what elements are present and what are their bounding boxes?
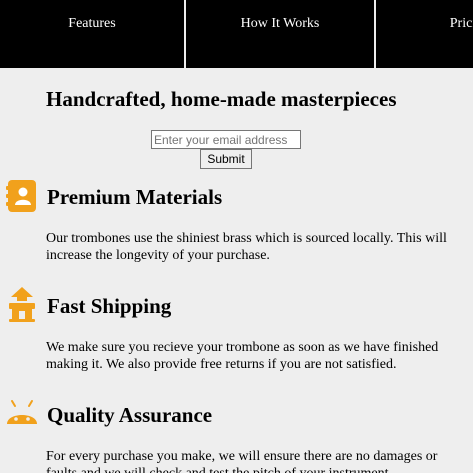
submit-button[interactable]: Submit: [200, 149, 252, 169]
nav-bar: Features How It Works Pricing: [0, 0, 473, 68]
feature-title: Quality Assurance: [47, 403, 213, 427]
android-icon: [7, 400, 37, 424]
shipping-truck-icon: [9, 287, 35, 322]
nav-link-features[interactable]: Features: [0, 0, 184, 68]
feature-description: Our trombones use the shiniest brass whi…: [46, 231, 447, 263]
landing-page: Features How It Works Pricing Handcrafte…: [0, 0, 473, 473]
feature-description: We make sure you recieve your trombone a…: [46, 340, 439, 372]
address-book-icon: [6, 180, 36, 212]
hero-title: Handcrafted, home-made masterpieces: [46, 87, 397, 111]
email-field[interactable]: [151, 130, 301, 149]
feature-title: Premium Materials: [47, 185, 223, 209]
feature-description: For every purchase you make, we will ens…: [46, 449, 438, 473]
nav-link-how-it-works[interactable]: How It Works: [186, 0, 374, 68]
nav-link-pricing[interactable]: Pricing: [376, 0, 473, 68]
feature-title: Fast Shipping: [47, 294, 172, 318]
